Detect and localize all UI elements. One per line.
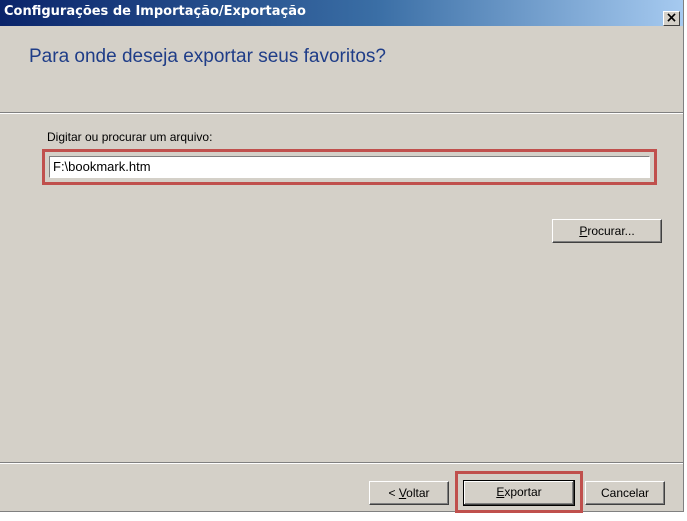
footer-divider	[0, 462, 683, 464]
browse-button[interactable]: Procurar...	[552, 219, 662, 243]
browse-label: rocurar...	[587, 224, 635, 238]
file-path-label: Digitar ou procurar um arquivo:	[47, 130, 213, 144]
cancel-button[interactable]: Cancelar	[585, 481, 665, 505]
wizard-header: Para onde deseja exportar seus favoritos…	[0, 26, 683, 112]
back-label: oltar	[406, 486, 430, 500]
window-title: Configurações de Importação/Exportação	[4, 4, 306, 19]
back-button[interactable]: < Voltar	[369, 481, 449, 505]
file-path-input[interactable]: F:\bookmark.htm	[49, 156, 650, 178]
page-heading: Para onde deseja exportar seus favoritos…	[29, 46, 386, 67]
title-bar[interactable]: Configurações de Importação/Exportação ×	[0, 0, 683, 26]
close-icon: ×	[665, 10, 678, 26]
close-button[interactable]: ×	[663, 10, 680, 26]
back-prefix: <	[388, 486, 399, 500]
file-path-value: F:\bookmark.htm	[53, 159, 151, 174]
export-label: xportar	[504, 485, 542, 499]
export-button[interactable]: Exportar	[463, 480, 575, 506]
header-divider	[0, 112, 683, 114]
export-dialog: Configurações de Importação/Exportação ×…	[0, 0, 684, 513]
